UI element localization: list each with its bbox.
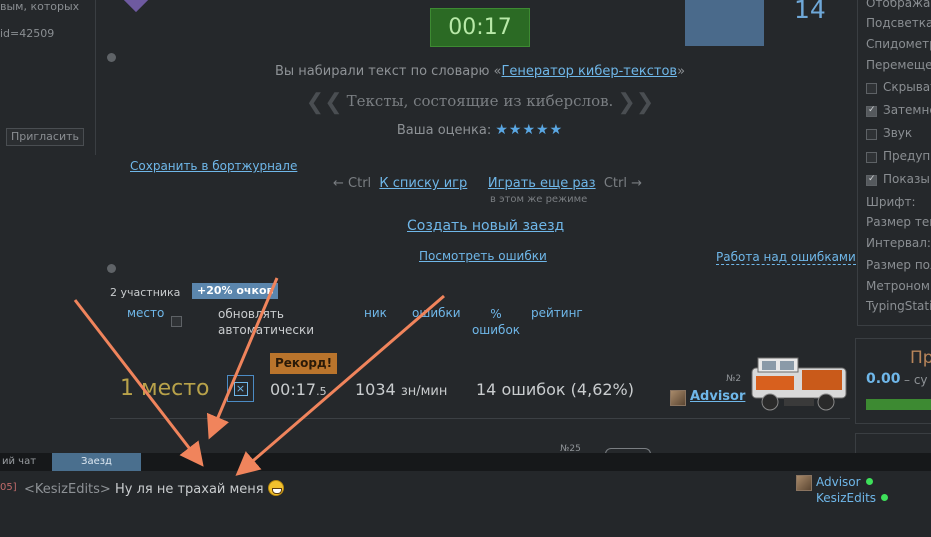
save-to-log-link[interactable]: Сохранить в бортжурнале (130, 159, 297, 173)
navigation-row: ← Ctrl К списку игр Играть еще раз Ctrl … (333, 176, 642, 191)
result-time: 00:17.5 (270, 380, 327, 399)
auto-update-checkbox[interactable] (171, 316, 182, 327)
ctrl-left-hint: ← Ctrl (333, 176, 372, 191)
same-mode-hint: в этом же режиме (490, 194, 588, 205)
column-header-nick[interactable]: ник (364, 306, 387, 320)
bullet-dot (107, 264, 116, 273)
setting-label: Звук (883, 126, 913, 140)
chat-user-name[interactable]: KesizEdits (816, 491, 876, 505)
progress-value: 0.00 (866, 371, 901, 387)
car-icon (751, 357, 847, 411)
view-errors-link[interactable]: Посмотреть ошибки (419, 249, 547, 263)
setting-label: Показы (883, 172, 930, 186)
close-result-icon[interactable]: × (227, 375, 254, 402)
left-sidebar-text: вым, которых (0, 0, 80, 13)
diamond-decoration (121, 0, 151, 13)
chat-user-name[interactable]: Advisor (816, 475, 861, 489)
setting-checkbox[interactable] (866, 129, 877, 140)
vocabulary-prefix: Вы набирали текст по словарю « (274, 64, 502, 79)
rating-row: Ваша оценка: ★★★★★ (0, 122, 931, 138)
online-status-icon (881, 494, 889, 501)
online-status-icon (865, 478, 873, 485)
annotation-arrow (206, 277, 279, 440)
column-header-rating[interactable]: рейтинг (531, 306, 583, 320)
star-icon[interactable]: ★ (509, 122, 523, 138)
star-icon[interactable]: ★ (550, 122, 564, 138)
quote-close-icon: ❯❯ (617, 90, 655, 115)
avatar[interactable] (670, 390, 686, 406)
result-speed-unit: зн/мин (400, 384, 448, 399)
column-header-place[interactable]: место (127, 306, 164, 320)
tab-race-chat[interactable]: Заезд (52, 453, 141, 471)
setting-label: Метроном: (866, 279, 931, 293)
result-place: 1 место (120, 376, 210, 401)
setting-label: Предупр (883, 149, 931, 163)
left-sidebar-id: id=42509 (0, 27, 55, 40)
chat-user-advisor[interactable]: Advisor (816, 475, 873, 489)
setting-label: Отобража (866, 0, 931, 10)
bullet-dot (107, 53, 116, 62)
vocabulary-line: Вы набирали текст по словарю «Генератор … (0, 64, 931, 79)
setting-label: Затемне (883, 103, 931, 117)
tab-general-chat[interactable]: ий чат (0, 453, 52, 471)
ctrl-right-hint: Ctrl → (603, 176, 642, 191)
record-badge: Рекорд! (270, 353, 338, 374)
chat-sender[interactable]: <KesizEdits> (24, 482, 111, 497)
progress-title: Пр (910, 348, 931, 368)
progress-suffix: – су (904, 373, 928, 387)
chat-user-kesizedits[interactable]: KesizEdits (816, 491, 889, 505)
row-separator (110, 418, 850, 419)
star-icon[interactable]: ★ (536, 122, 550, 138)
result-errors: 14 ошибок (4,62%) (476, 380, 634, 399)
chat-message-text: Ну ля не трахай меня (114, 482, 264, 497)
column-header-auto-update: обновлять автоматически (218, 307, 315, 337)
setting-label: Спидометр (866, 37, 931, 51)
participants-count: 2 участника (110, 286, 181, 299)
smiley-icon (267, 480, 284, 496)
column-header-errors[interactable]: ошибки (412, 306, 461, 320)
setting-label: Размер пол (866, 258, 931, 272)
race-timer: 00:17 (430, 8, 530, 47)
result-speed: 1034 зн/мин (355, 380, 447, 399)
result-time-fraction: .5 (316, 385, 327, 398)
result-time-main: 00:17 (270, 380, 317, 399)
setting-checkbox[interactable] (866, 105, 877, 117)
chat-message: <KesizEdits> Ну ля не трахай меня (24, 480, 284, 497)
bonus-badge: +20% очков (192, 283, 279, 299)
avatar (796, 475, 812, 491)
setting-checkbox[interactable] (866, 174, 877, 186)
vocabulary-quote: Тексты, состоящие из киберслов. (346, 92, 614, 110)
setting-label: Перемеще (866, 58, 931, 72)
setting-label: Шрифт: (866, 195, 916, 209)
column-header-error-percent[interactable]: % ошибок (470, 306, 522, 338)
work-on-errors-link[interactable]: Работа над ошибками (716, 250, 856, 265)
player-nick[interactable]: Advisor (690, 389, 745, 404)
star-icon[interactable]: ★ (522, 122, 536, 138)
setting-checkbox[interactable] (866, 152, 877, 163)
setting-label: Скрыват (883, 80, 931, 94)
setting-label: TypingStati (866, 299, 931, 313)
play-again-link[interactable]: Играть еще раз (488, 176, 596, 191)
rating-label: Ваша оценка: (396, 123, 492, 138)
vocabulary-link[interactable]: Генератор кибер-текстов (502, 64, 678, 79)
chat-timestamp: 05] (0, 482, 17, 493)
progress-bar (866, 399, 931, 410)
quote-open-icon: ❮❮ (305, 90, 343, 115)
top-right-panel (685, 0, 764, 46)
result-speed-value: 1034 (355, 380, 396, 399)
rank-number: №2 (726, 374, 742, 384)
setting-label: Подсветка (866, 16, 931, 30)
vocabulary-description: ❮❮ Тексты, состоящие из киберслов. ❯❯ (0, 90, 931, 115)
top-right-number: 14 (794, 0, 826, 24)
setting-checkbox[interactable] (866, 83, 877, 94)
game-list-link[interactable]: К списку игр (379, 176, 467, 191)
new-race-link[interactable]: Создать новый заезд (407, 218, 564, 234)
setting-label: Размер тек (866, 215, 931, 229)
star-icon[interactable]: ★ (495, 122, 509, 138)
setting-label: Интервал: (866, 236, 931, 250)
vocabulary-suffix: » (677, 64, 686, 79)
